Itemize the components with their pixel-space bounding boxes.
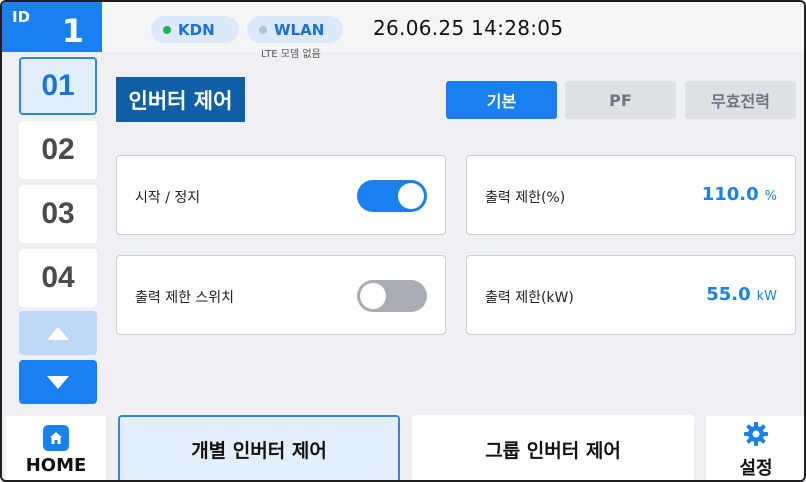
tab-basic[interactable]: 기본	[446, 81, 557, 119]
limit-percent-card[interactable]: 출력 제한(%) 110.0%	[466, 155, 796, 235]
wlan-status-label: WLAN	[274, 20, 325, 39]
limit-kw-label: 출력 제한(kW)	[485, 290, 574, 306]
start-stop-label: 시작 / 정지	[135, 190, 201, 206]
limit-kw-card[interactable]: 출력 제한(kW) 55.0 kW	[466, 255, 796, 335]
limit-percent-label: 출력 제한(%)	[485, 190, 566, 206]
tab-reactive-power[interactable]: 무효전력	[685, 81, 796, 119]
limit-switch-card: 출력 제한 스위치	[116, 255, 446, 335]
id-item-03[interactable]: 03	[19, 185, 97, 243]
top-bar: ID 1 KDN WLAN LTE 모뎀 없음 26.06.25 14:28:0…	[2, 2, 804, 60]
scroll-down-button[interactable]	[19, 360, 97, 404]
id-item-04[interactable]: 04	[19, 249, 97, 307]
limit-percent-unit: %	[764, 189, 777, 204]
scroll-up-button[interactable]	[19, 311, 97, 355]
limit-kw-unit: kW	[756, 289, 777, 304]
tab-pf[interactable]: PF	[565, 81, 676, 119]
limit-switch-toggle[interactable]	[357, 280, 427, 312]
datetime: 26.06.25 14:28:05	[373, 16, 564, 40]
toggle-knob	[360, 283, 386, 309]
page-title: 인버터 제어	[116, 77, 245, 122]
status-online-dot-icon	[163, 25, 171, 34]
toggle-knob	[398, 183, 424, 209]
settings-button[interactable]: 설정	[706, 416, 804, 480]
inverter-id-list: 01 02 03 04	[2, 52, 102, 414]
bottom-nav: HOME 개별 인버터 제어 그룹 인버터 제어 설정	[2, 414, 804, 480]
limit-switch-label: 출력 제한 스위치	[135, 290, 235, 306]
limit-kw-value-group: 55.0 kW	[706, 284, 777, 305]
home-icon	[43, 424, 69, 451]
id-label: ID	[12, 8, 31, 26]
start-stop-toggle[interactable]	[357, 180, 427, 212]
kdn-status-badge: KDN	[151, 16, 239, 43]
settings-label: 설정	[739, 458, 773, 479]
id-item-01[interactable]: 01	[19, 57, 97, 115]
wlan-status-badge: WLAN	[247, 16, 343, 43]
status-offline-dot-icon	[259, 25, 267, 34]
arrow-up-icon	[47, 326, 69, 340]
id-value: 1	[61, 12, 84, 50]
gear-icon	[742, 420, 770, 452]
group-inverter-control-button[interactable]: 그룹 인버터 제어	[412, 415, 694, 480]
individual-inverter-control-button[interactable]: 개별 인버터 제어	[118, 415, 400, 480]
arrow-down-icon	[47, 375, 69, 389]
home-button[interactable]: HOME	[6, 416, 106, 480]
home-label: HOME	[25, 454, 87, 476]
lte-status-note: LTE 모뎀 없음	[261, 49, 321, 60]
limit-percent-value: 110.0	[701, 184, 759, 205]
limit-kw-value: 55.0	[706, 284, 751, 305]
limit-percent-value-group: 110.0%	[702, 184, 777, 205]
start-stop-card: 시작 / 정지	[116, 155, 446, 235]
id-indicator: ID 1	[2, 2, 102, 52]
kdn-status-label: KDN	[178, 20, 215, 39]
app-frame: ID 1 KDN WLAN LTE 모뎀 없음 26.06.25 14:28:0…	[0, 0, 806, 482]
id-item-02[interactable]: 02	[19, 121, 97, 179]
